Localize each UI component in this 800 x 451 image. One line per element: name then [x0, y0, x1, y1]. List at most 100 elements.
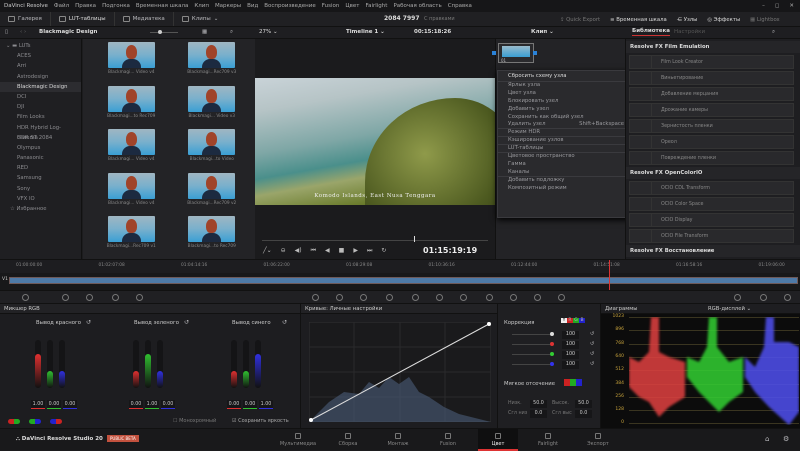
menu-playback[interactable]: Воспроизведение	[264, 3, 315, 9]
correction-value[interactable]: 100	[562, 361, 579, 369]
effect-item[interactable]: OCIO File Transform	[629, 229, 794, 243]
menu-item[interactable]: Цветовое пространство›	[498, 153, 634, 161]
lut-thumbnail[interactable]: Blackmagi...Rec709 v1	[103, 216, 160, 260]
effect-item[interactable]: Film Look Creator	[629, 55, 794, 69]
color-tool-icon[interactable]	[734, 294, 741, 301]
reset-icon[interactable]: ↺	[282, 319, 287, 326]
menu-help[interactable]: Справка	[448, 3, 472, 9]
effect-item[interactable]: OCIO Color Space	[629, 197, 794, 211]
menu-fusion[interactable]: Fusion	[322, 3, 340, 9]
lut-thumbnail[interactable]: Blackmagi...Rec709 v3	[184, 42, 241, 86]
sidebar-item[interactable]: Arri	[0, 61, 81, 71]
nav-back-forward[interactable]: ‹ ›	[20, 29, 26, 35]
color-tool-icon[interactable]	[312, 294, 319, 301]
correction-slider[interactable]	[512, 344, 550, 345]
menu-item[interactable]: Режим HDR	[498, 129, 634, 137]
swap-green-blue-button[interactable]	[29, 419, 41, 424]
color-tool-icon[interactable]	[22, 294, 29, 301]
curve-point-white[interactable]	[487, 322, 491, 326]
effect-item[interactable]: OCIO CDL Transform	[629, 181, 794, 195]
quick-export-button[interactable]: ⇪ Quick Export	[560, 17, 600, 23]
tab-library[interactable]: Библиотека	[632, 28, 670, 36]
lut-thumbnail[interactable]: Blackmagi...to Video	[184, 129, 241, 173]
lock-icon[interactable]: ⊖	[281, 247, 286, 255]
channel-value[interactable]: 0.00	[243, 400, 257, 409]
clips-button[interactable]: Клипы ⌄	[174, 12, 227, 26]
channel-slider[interactable]	[157, 340, 163, 388]
menu-item[interactable]: Каналы›	[498, 169, 634, 177]
reset-icon[interactable]: ↺	[590, 361, 594, 367]
lut-thumbnail[interactable]: Blackmagi... Video v4	[103, 129, 160, 173]
color-tool-icon[interactable]	[360, 294, 367, 301]
menu-fairlight[interactable]: Fairlight	[365, 3, 387, 9]
effect-item[interactable]: Дрожание камеры	[629, 103, 794, 117]
color-tool-icon[interactable]	[412, 294, 419, 301]
menu-edit[interactable]: Правка	[75, 3, 96, 9]
sidebar-item[interactable]: Film Looks	[0, 112, 81, 122]
menu-item[interactable]: Добавить подложку›	[498, 177, 634, 185]
menu-markers[interactable]: Маркеры	[215, 3, 241, 9]
correction-slider[interactable]	[512, 354, 550, 355]
node-01[interactable]: 01	[498, 43, 534, 63]
menu-trim[interactable]: Подгонка	[102, 3, 130, 9]
zoom-select[interactable]: 27% ⌄	[259, 29, 278, 35]
color-tool-icon[interactable]	[510, 294, 517, 301]
luts-button[interactable]: LUT-таблицы	[51, 12, 115, 26]
correction-value[interactable]: 100	[562, 331, 579, 339]
stop-button[interactable]: ■	[339, 247, 345, 255]
channel-value[interactable]: 1.00	[31, 400, 45, 409]
library-section-header[interactable]: Resolve FX Film Emulation	[626, 41, 800, 53]
curve-graph[interactable]	[309, 322, 491, 422]
color-tool-icon[interactable]	[386, 294, 393, 301]
channel-slider[interactable]	[35, 340, 41, 388]
library-section-header[interactable]: Resolve FX OpenColorIO	[626, 167, 800, 179]
channel-slider[interactable]	[145, 340, 151, 388]
timeline-clip[interactable]	[9, 277, 798, 284]
slider-dot[interactable]	[550, 362, 554, 366]
menu-item[interactable]: LUT-таблицы›	[498, 145, 634, 153]
correction-slider[interactable]	[512, 334, 550, 335]
timeline-ruler[interactable]: 01:00:00:0001:02:07:0801:04:14:1601:06:2…	[0, 259, 800, 273]
menu-workspace[interactable]: Рабочая область	[393, 3, 441, 9]
preserve-luminance-checkbox[interactable]: ☑ Сохранить яркость	[232, 418, 289, 424]
menu-view[interactable]: Вид	[247, 3, 258, 9]
node-output[interactable]	[533, 51, 537, 55]
maximize-button[interactable]: ◻	[775, 3, 780, 9]
color-tool-icon[interactable]	[86, 294, 93, 301]
library-search-icon[interactable]: ⌕	[772, 29, 775, 36]
lightbox-button[interactable]: ▦ Lightbox	[750, 17, 780, 23]
high-soft-input[interactable]: 0.0	[575, 410, 592, 418]
channel-slider[interactable]	[231, 340, 237, 388]
soft-clip-channels[interactable]	[564, 379, 582, 386]
slider-handle[interactable]	[158, 30, 162, 34]
slider-dot[interactable]	[550, 342, 554, 346]
sidebar-item[interactable]: ACES	[0, 51, 81, 61]
tab-settings[interactable]: Настройки	[674, 29, 705, 35]
effect-item[interactable]: OCIO Display	[629, 213, 794, 227]
channel-value[interactable]: 1.00	[259, 400, 273, 409]
scrubber-bar[interactable]	[262, 240, 488, 241]
reset-icon[interactable]: ↺	[184, 319, 189, 326]
sidebar-item[interactable]: DJI	[0, 102, 81, 112]
menu-item[interactable]: Кэширование узлов›	[498, 137, 634, 145]
chan-b[interactable]: B	[579, 318, 585, 323]
gallery-button[interactable]: Галерея	[0, 12, 51, 26]
channel-slider[interactable]	[59, 340, 65, 388]
swap-blue-red-button[interactable]	[50, 419, 62, 424]
nodes-button[interactable]: ⋲ Узлы	[677, 17, 698, 23]
page-tab[interactable]: Экспорт	[578, 429, 618, 451]
menu-item[interactable]: Удалить узелShift+Backspace	[498, 121, 634, 129]
correction-slider[interactable]	[512, 364, 550, 365]
page-tab[interactable]: Fusion	[428, 429, 468, 451]
channel-value[interactable]: 0.00	[47, 400, 61, 409]
sidebar-item[interactable]: RED	[0, 163, 81, 173]
sidebar-item[interactable]: VFX IO	[0, 194, 81, 204]
color-tool-icon[interactable]	[534, 294, 541, 301]
color-tool-icon[interactable]	[336, 294, 343, 301]
color-tool-icon[interactable]	[760, 294, 767, 301]
high-input[interactable]: 50.0	[575, 400, 592, 408]
low-input[interactable]: 50.0	[530, 400, 547, 408]
channel-link-toggle[interactable]: YRGB	[561, 318, 585, 323]
curve-point-black[interactable]	[309, 418, 313, 422]
lut-thumbnail[interactable]: Blackmagi... Video v3	[184, 86, 241, 130]
